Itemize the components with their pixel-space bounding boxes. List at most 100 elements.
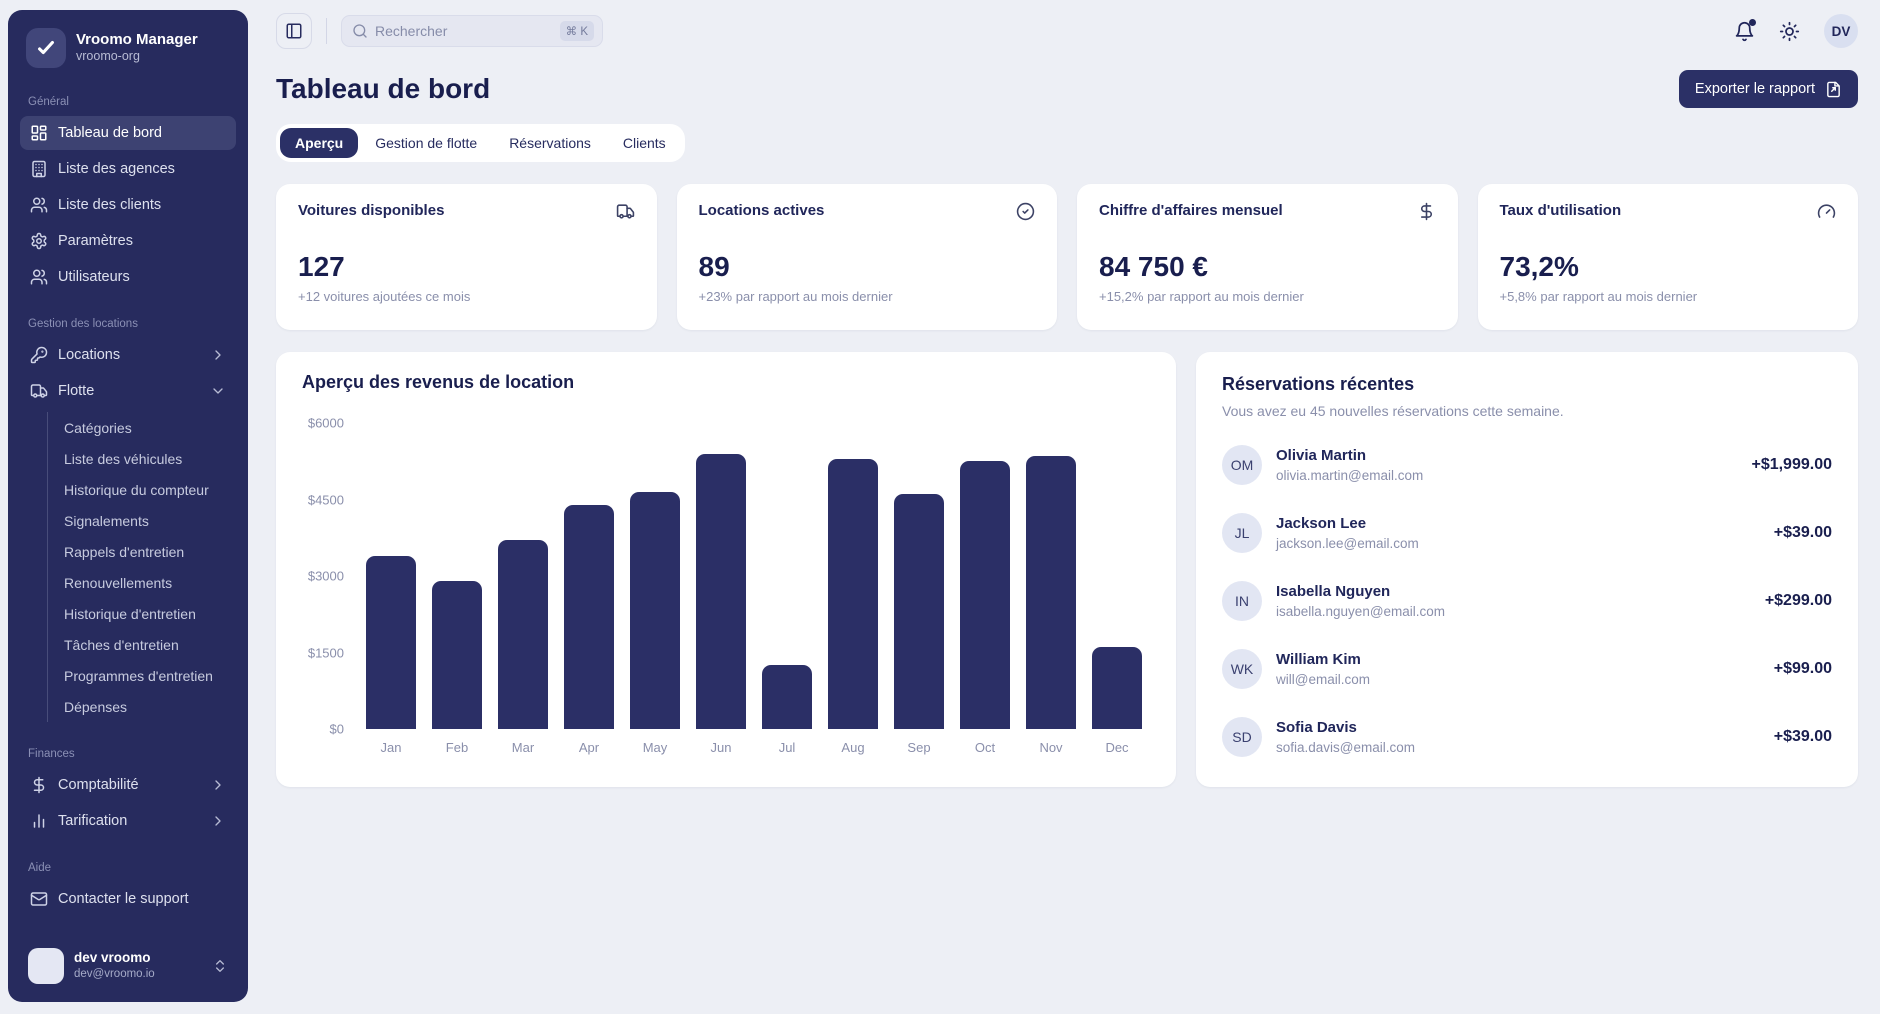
bar-mar: [498, 540, 548, 729]
bar-x-label: Apr: [556, 740, 622, 755]
sidebar-item-label: Liste des clients: [58, 197, 161, 213]
reservation-amount: +$99.00: [1774, 660, 1832, 678]
bar-column: Dec: [1084, 423, 1150, 729]
chevron-down-icon: [210, 383, 226, 399]
dollar-icon: [30, 776, 48, 794]
sidebar-item-flotte[interactable]: Flotte: [20, 374, 236, 408]
sun-icon: [1779, 21, 1800, 42]
sidebar-subitem-programmes-dentretien[interactable]: Programmes d'entretien: [64, 660, 236, 691]
check-circle-icon: [1016, 202, 1035, 221]
tab-apercu[interactable]: Aperçu: [280, 128, 358, 158]
sidebar-item-utilisateurs[interactable]: Utilisateurs: [20, 260, 236, 294]
search-box[interactable]: ⌘ K: [341, 15, 603, 47]
sidebar-item-comptabilite[interactable]: Comptabilité: [20, 768, 236, 802]
search-icon: [352, 23, 368, 39]
sidebar-subitem-historique-du-compteur[interactable]: Historique du compteur: [64, 474, 236, 505]
stat-note: +12 voitures ajoutées ce mois: [298, 289, 635, 304]
search-kbd-shortcut: ⌘ K: [560, 21, 594, 41]
tab-gestion-de-flotte[interactable]: Gestion de flotte: [360, 128, 492, 158]
reservation-name: Olivia Martin: [1276, 447, 1423, 465]
panel-left-icon: [285, 22, 303, 40]
subitem-label: Dépenses: [64, 699, 127, 715]
reservation-row: JL Jackson Lee jackson.lee@email.com +$3…: [1222, 513, 1832, 553]
chevron-right-icon: [210, 777, 226, 793]
sidebar-item-parametres[interactable]: Paramètres: [20, 224, 236, 258]
export-button-label: Exporter le rapport: [1695, 81, 1815, 97]
sidebar-subitem-liste-des-vehicules[interactable]: Liste des véhicules: [64, 443, 236, 474]
bar-feb: [432, 581, 482, 729]
reservation-amount: +$39.00: [1774, 524, 1832, 542]
user-email: dev@vroomo.io: [74, 967, 155, 981]
avatar: WK: [1222, 649, 1262, 689]
subitem-label: Liste des véhicules: [64, 451, 182, 467]
sidebar-toggle-button[interactable]: [276, 13, 312, 49]
sidebar-item-liste-des-agences[interactable]: Liste des agences: [20, 152, 236, 186]
sidebar-item-label: Flotte: [58, 383, 94, 399]
stat-value: 89: [699, 251, 1036, 283]
sidebar-subitem-signalements[interactable]: Signalements: [64, 505, 236, 536]
reservation-email: olivia.martin@email.com: [1276, 468, 1423, 483]
section-label-finances: Finances: [28, 748, 228, 760]
subitem-label: Historique d'entretien: [64, 606, 196, 622]
org-switcher[interactable]: Vroomo Manager vroomo-org: [20, 26, 236, 70]
sidebar-subitem-taches-dentretien[interactable]: Tâches d'entretien: [64, 629, 236, 660]
export-report-button[interactable]: Exporter le rapport: [1679, 70, 1858, 108]
profile-avatar[interactable]: DV: [1824, 14, 1858, 48]
bar-sep: [894, 494, 944, 729]
subitem-label: Historique du compteur: [64, 482, 209, 498]
main-area: ⌘ K DV Tableau de bord Exporter le rappo…: [248, 0, 1880, 1014]
stat-note: +5,8% par rapport au mois dernier: [1500, 289, 1837, 304]
stat-title: Chiffre d'affaires mensuel: [1099, 202, 1283, 219]
sidebar-item-locations[interactable]: Locations: [20, 338, 236, 372]
bar-x-label: Aug: [820, 740, 886, 755]
stat-note: +15,2% par rapport au mois dernier: [1099, 289, 1436, 304]
flotte-submenu: Catégories Liste des véhicules Historiqu…: [47, 412, 236, 722]
sidebar-item-label: Liste des agences: [58, 161, 175, 177]
bar-x-label: Sep: [886, 740, 952, 755]
notification-dot: [1749, 19, 1756, 26]
bar-plot: JanFebMarAprMayJunJulAugSepOctNovDec: [358, 423, 1150, 729]
tab-clients[interactable]: Clients: [608, 128, 681, 158]
bar-chart: $0$1500$3000$4500$6000 JanFebMarAprMayJu…: [302, 423, 1150, 763]
sidebar-item-tableau-de-bord[interactable]: Tableau de bord: [20, 116, 236, 150]
sidebar-subitem-rappels-dentretien[interactable]: Rappels d'entretien: [64, 536, 236, 567]
sidebar-subitem-renouvellements[interactable]: Renouvellements: [64, 567, 236, 598]
sidebar-item-label: Utilisateurs: [58, 269, 130, 285]
notifications-button[interactable]: [1734, 21, 1755, 42]
search-input[interactable]: [375, 23, 553, 39]
bar-x-label: Mar: [490, 740, 556, 755]
car-icon: [616, 202, 635, 221]
bar-x-label: Feb: [424, 740, 490, 755]
sidebar-item-liste-des-clients[interactable]: Liste des clients: [20, 188, 236, 222]
stat-cards-row: Voitures disponibles 127 +12 voitures aj…: [276, 184, 1858, 330]
sidebar-subitem-historique-dentretien[interactable]: Historique d'entretien: [64, 598, 236, 629]
bar-x-label: Jan: [358, 740, 424, 755]
building-icon: [30, 160, 48, 178]
topbar-divider: [326, 18, 327, 44]
reservation-email: will@email.com: [1276, 672, 1370, 687]
chart-title: Aperçu des revenus de location: [302, 372, 1150, 393]
bar-jul: [762, 665, 812, 729]
users-icon: [30, 196, 48, 214]
user-menu-button[interactable]: dev vroomo dev@vroomo.io: [20, 942, 236, 990]
section-label-gestion-des-locations: Gestion des locations: [28, 318, 228, 330]
stat-title: Voitures disponibles: [298, 202, 444, 219]
sidebar-item-tarification[interactable]: Tarification: [20, 804, 236, 838]
y-tick-label: $6000: [308, 416, 344, 431]
bar-x-label: Jul: [754, 740, 820, 755]
sidebar-subitem-depenses[interactable]: Dépenses: [64, 691, 236, 722]
subitem-label: Tâches d'entretien: [64, 637, 179, 653]
reservations-list: OM Olivia Martin olivia.martin@email.com…: [1222, 445, 1832, 757]
theme-toggle-button[interactable]: [1779, 21, 1800, 42]
page-title: Tableau de bord: [276, 73, 490, 105]
avatar: IN: [1222, 581, 1262, 621]
reservation-amount: +$299.00: [1765, 592, 1832, 610]
key-icon: [30, 346, 48, 364]
tab-reservations[interactable]: Réservations: [494, 128, 606, 158]
app-org: vroomo-org: [76, 49, 198, 65]
sidebar-item-label: Locations: [58, 347, 120, 363]
sidebar-item-contacter-le-support[interactable]: Contacter le support: [20, 882, 236, 916]
reservation-amount: +$1,999.00: [1751, 456, 1832, 474]
bar-column: Jan: [358, 423, 424, 729]
sidebar-subitem-categories[interactable]: Catégories: [64, 412, 236, 443]
